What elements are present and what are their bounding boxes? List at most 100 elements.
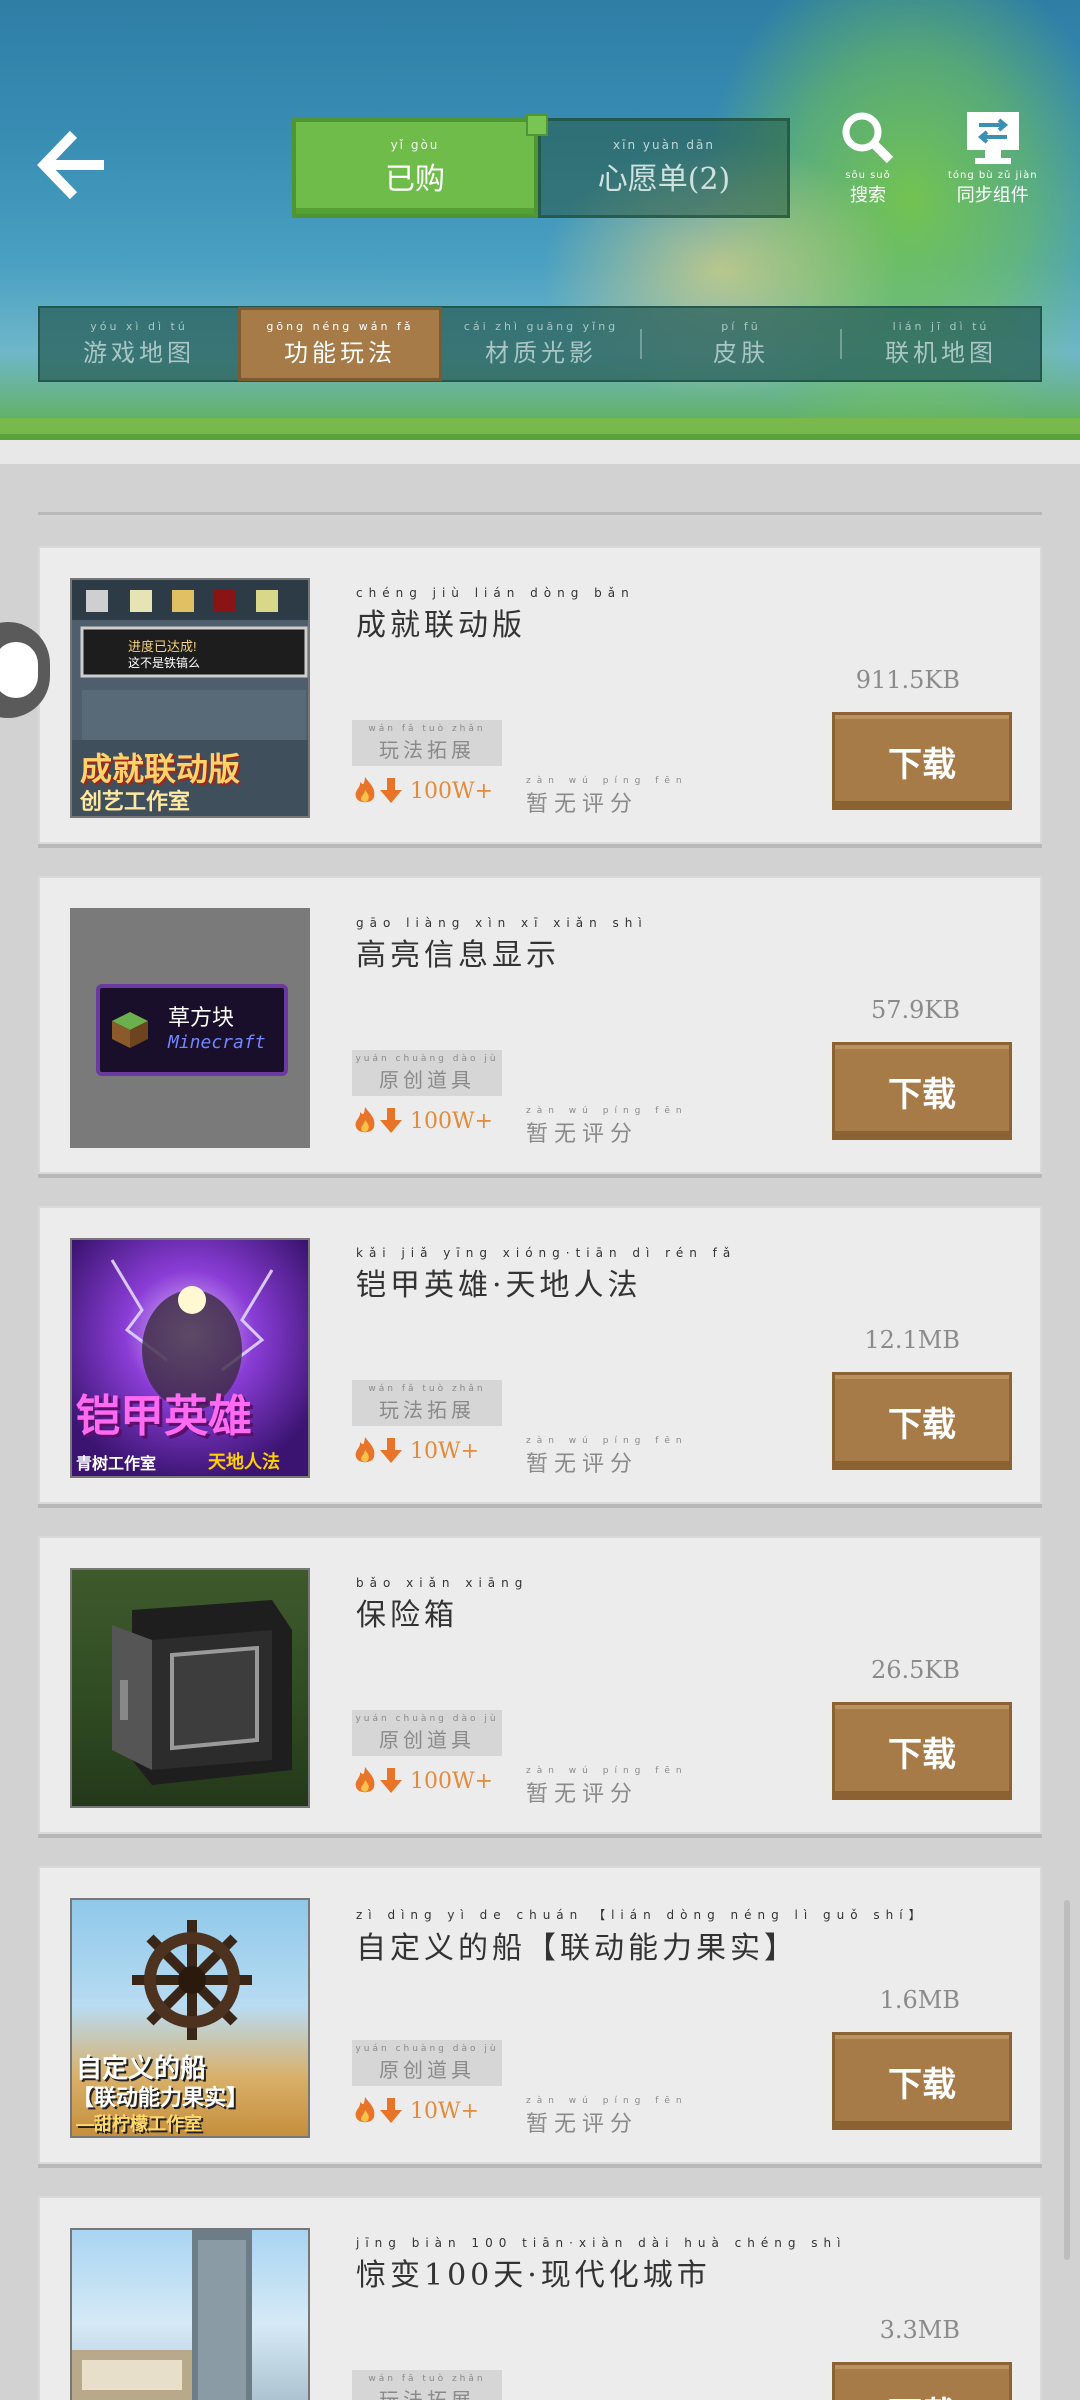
download-button[interactable]: 下载	[832, 1702, 1012, 1800]
search-icon	[842, 112, 894, 164]
tab-textures-shaders[interactable]: cái zhì guāng yǐng 材质光影	[442, 308, 640, 380]
download-button[interactable]: 下载	[832, 1372, 1012, 1470]
item-rating: zàn wú píng fēn 暂无评分	[526, 2096, 688, 2138]
item-title: 保险箱	[356, 1598, 458, 1633]
item-rating: zàn wú píng fēn 暂无评分	[526, 1106, 688, 1148]
item-tag-label: 原创道具	[379, 1067, 475, 1092]
download-button[interactable]: 下载	[832, 2032, 1012, 2130]
download-arrow-icon	[380, 1108, 402, 1133]
safe-box-thumb-art	[112, 1600, 292, 1785]
item-rating-label: 暂无评分	[526, 792, 639, 817]
tab-gameplay[interactable]: gōng néng wán fǎ 功能玩法	[238, 307, 442, 381]
list-item[interactable]: 自定义的船 【联动能力果实】 —甜柠檬工作室 zì dìng yì de chu…	[38, 1866, 1042, 2164]
search-label: 搜索	[850, 185, 886, 206]
tab-game-maps[interactable]: yóu xì dì tú 游戏地图	[40, 308, 238, 380]
list-item[interactable]: bǎo xiǎn xiāng 保险箱 26.5KB yuán chuàng dà…	[38, 1536, 1042, 1834]
item-title-pinyin: gāo liàng xìn xī xiǎn shì	[356, 916, 648, 930]
item-tag: yuán chuàng dào jù 原创道具	[352, 2040, 502, 2086]
item-size: 1.6MB	[879, 1986, 960, 2014]
item-rating-pinyin: zàn wú píng fēn	[526, 776, 688, 786]
tab-label: 联机地图	[885, 339, 997, 367]
list-item[interactable]: 进度已达成! 这不是铁镐么 成就联动版 创艺工作室 chéng jiù lián…	[38, 546, 1042, 844]
content-list[interactable]: 进度已达成! 这不是铁镐么 成就联动版 创艺工作室 chéng jiù lián…	[0, 440, 1080, 2400]
download-button[interactable]: 下载	[832, 2362, 1012, 2400]
tab-bought-pinyin: yǐ gòu	[390, 138, 440, 152]
modern-city-thumb-art	[72, 2230, 252, 2400]
item-tag: wán fǎ tuò zhǎn 玩法拓展	[352, 2370, 502, 2400]
download-arrow-icon	[380, 1768, 402, 1793]
thumb-caption: 青树工作室	[76, 1456, 157, 1473]
thumb-caption: 铠甲英雄	[76, 1392, 252, 1441]
item-title-wrap: kǎi jiǎ yīng xióng·tiān dì rén fǎ 铠甲英雄·天…	[356, 1246, 736, 1304]
thumb-caption: 进度已达成!	[128, 639, 197, 654]
search-pinyin: sōu suǒ	[845, 170, 891, 181]
item-rating-pinyin: zàn wú píng fēn	[526, 1436, 688, 1446]
tab-pinyin: pí fū	[721, 320, 761, 333]
item-title: 高亮信息显示	[356, 938, 560, 973]
list-item[interactable]: 草方块 Minecraft gāo liàng xìn xī xiǎn shì …	[38, 876, 1042, 1174]
item-tag: wán fǎ tuò zhǎn 玩法拓展	[352, 1380, 502, 1426]
item-tag: yuán chuàng dào jù 原创道具	[352, 1710, 502, 1756]
item-rating: zàn wú píng fēn 暂无评分	[526, 1766, 688, 1808]
category-tabbar: yóu xì dì tú 游戏地图 gōng néng wán fǎ 功能玩法 …	[38, 306, 1042, 382]
list-item[interactable]: jīng biàn 100 tiān·xiàn dài huà chéng sh…	[38, 2196, 1042, 2400]
item-stats: 100W+	[352, 1766, 493, 1796]
item-rating-pinyin: zàn wú píng fēn	[526, 1766, 688, 1776]
item-title-pinyin: chéng jiù lián dòng bǎn	[356, 586, 635, 600]
tab-pinyin: cái zhì guāng yǐng	[463, 320, 619, 333]
tab-pinyin: lián jī dì tú	[892, 320, 990, 333]
item-title-pinyin: zì dìng yì de chuán 【lián dòng néng lì g…	[356, 1908, 927, 1922]
scrollbar[interactable]	[1064, 1900, 1070, 2260]
item-size: 26.5KB	[870, 1656, 960, 1684]
tab-wishlist[interactable]: xīn yuàn dān 心愿单(2)	[538, 118, 790, 218]
corner-decoration	[526, 114, 548, 136]
content-top-band	[0, 440, 1080, 464]
item-thumbnail: 铠甲英雄 青树工作室 天地人法	[70, 1238, 310, 1478]
fire-icon	[355, 1107, 375, 1133]
tab-multiplayer-maps[interactable]: lián jī dì tú 联机地图	[842, 308, 1040, 380]
item-title-wrap: chéng jiù lián dòng bǎn 成就联动版	[356, 586, 635, 644]
item-tag-label: 原创道具	[379, 1727, 475, 1752]
tab-label: 游戏地图	[83, 339, 195, 367]
item-tag-label: 玩法拓展	[379, 2387, 475, 2400]
tab-label: 皮肤	[713, 339, 769, 367]
item-title-pinyin: kǎi jiǎ yīng xióng·tiān dì rén fǎ	[356, 1246, 737, 1260]
item-stats: 100W+	[352, 776, 493, 806]
back-arrow-icon	[37, 130, 104, 200]
download-button[interactable]: 下载	[832, 1042, 1012, 1140]
item-rating: zàn wú píng fēn 暂无评分	[526, 1436, 688, 1478]
tab-bought[interactable]: yǐ gòu 已购	[292, 114, 548, 218]
tab-skins[interactable]: pí fū 皮肤	[642, 308, 840, 380]
item-rating-label: 暂无评分	[526, 1122, 639, 1147]
item-rating-pinyin: zàn wú píng fēn	[526, 1106, 688, 1116]
fire-icon	[355, 777, 375, 803]
list-divider	[38, 512, 1042, 515]
sync-components-button[interactable]: tóng bù zǔ jiàn 同步组件	[948, 110, 1038, 207]
item-download-count: 100W+	[410, 778, 494, 804]
item-tag-pinyin: yuán chuàng dào jù	[355, 2043, 499, 2054]
sync-pinyin: tóng bù zǔ jiàn	[948, 170, 1038, 181]
thumb-caption: 这不是铁镐么	[128, 656, 201, 670]
list-item[interactable]: 铠甲英雄 青树工作室 天地人法 kǎi jiǎ yīng xióng·tiān …	[38, 1206, 1042, 1504]
tab-wishlist-label: 心愿单(2)	[597, 162, 731, 197]
thumb-caption: 创艺工作室	[80, 789, 191, 814]
item-download-count: 100W+	[410, 1108, 494, 1134]
download-arrow-icon	[380, 778, 402, 803]
tab-label: 功能玩法	[284, 339, 396, 367]
item-download-count: 10W+	[410, 1438, 480, 1464]
sync-monitor-icon	[966, 112, 1019, 164]
grass-block-icon	[112, 1012, 148, 1048]
fire-icon	[355, 2097, 375, 2123]
bought-wishlist-toggle: yǐ gòu 已购 xīn yuàn dān 心愿单(2)	[292, 114, 790, 218]
tab-pinyin: yóu xì dì tú	[90, 320, 188, 333]
back-button[interactable]	[36, 130, 112, 200]
item-thumbnail	[70, 1568, 310, 1808]
item-rating-label: 暂无评分	[526, 1452, 639, 1477]
item-rating-pinyin: zàn wú píng fēn	[526, 2096, 688, 2106]
download-button[interactable]: 下载	[832, 712, 1012, 810]
item-tag-label: 原创道具	[379, 2057, 475, 2082]
search-button[interactable]: sōu suǒ 搜索	[838, 110, 898, 207]
item-title-pinyin: bǎo xiǎn xiāng	[356, 1576, 529, 1590]
item-size: 911.5KB	[855, 666, 960, 694]
header: yǐ gòu 已购 xīn yuàn dān 心愿单(2) sōu suǒ 搜索…	[0, 0, 1080, 440]
